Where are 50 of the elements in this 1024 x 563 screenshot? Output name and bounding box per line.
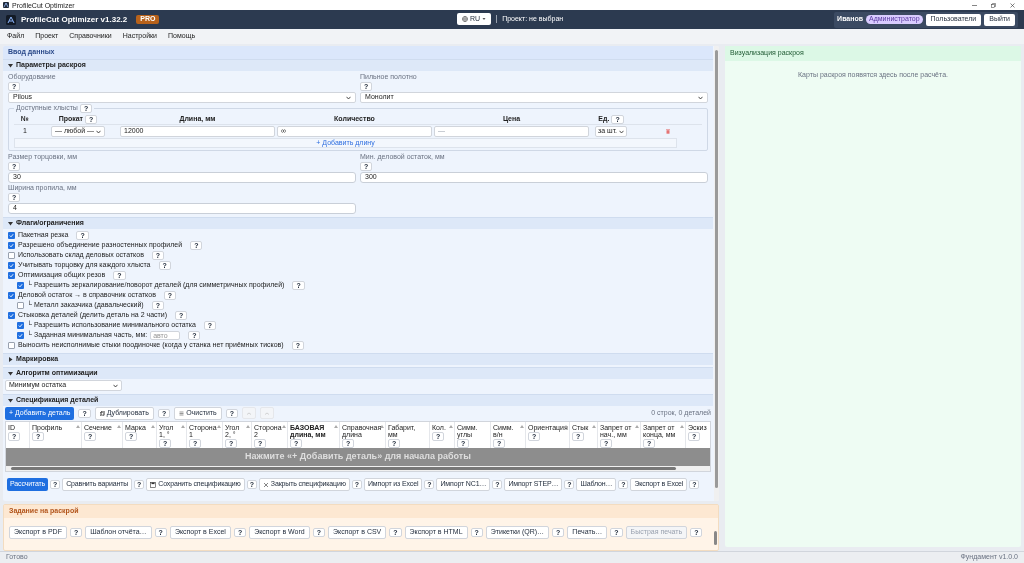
sort-icon xyxy=(334,425,338,428)
app-name: ProfileCut Optimizer v1.32.2 xyxy=(21,14,128,25)
sort-icon xyxy=(680,425,684,428)
chevron-icon xyxy=(346,95,351,100)
checkbox[interactable] xyxy=(8,341,15,349)
checkbox[interactable] xyxy=(17,281,24,289)
undo-icon xyxy=(245,410,252,416)
checkbox[interactable] xyxy=(8,251,15,259)
chevron-icon xyxy=(698,95,703,100)
restore-icon xyxy=(991,2,996,8)
sort-icon xyxy=(76,425,80,428)
sort-icon xyxy=(520,425,524,428)
sort-icon xyxy=(181,425,185,428)
scrollbar-thumb[interactable] xyxy=(11,467,676,470)
sort-icon xyxy=(635,425,639,428)
logo-icon xyxy=(6,14,16,25)
checkbox[interactable] xyxy=(17,301,24,309)
sort-icon xyxy=(246,425,250,428)
empty-message: Нажмите «+ Добавить деталь» для начала работы xyxy=(245,451,471,463)
scrollbar-thumb[interactable] xyxy=(715,50,718,488)
trash-icon xyxy=(665,129,670,134)
save-icon xyxy=(150,481,157,488)
checkbox[interactable] xyxy=(8,311,15,319)
chevron-icon xyxy=(96,129,101,134)
sort-icon xyxy=(380,425,384,428)
sort-icon xyxy=(217,425,221,428)
sort-icon xyxy=(282,425,286,428)
checkbox[interactable] xyxy=(17,331,24,339)
copy-icon xyxy=(99,410,105,416)
checkbox[interactable] xyxy=(8,291,15,299)
globe-icon xyxy=(462,16,468,22)
sort-icon xyxy=(449,425,453,428)
chevron-icon xyxy=(619,129,624,134)
list-icon xyxy=(179,410,185,416)
redo-icon xyxy=(263,410,270,416)
checkbox[interactable] xyxy=(8,261,15,269)
close-icon xyxy=(1010,2,1015,8)
sort-icon xyxy=(564,425,568,428)
checkbox[interactable] xyxy=(8,241,15,249)
checkbox[interactable] xyxy=(8,271,15,279)
close-icon xyxy=(262,481,269,488)
chevron-icon xyxy=(113,383,118,388)
checkbox[interactable] xyxy=(8,231,15,239)
sort-icon xyxy=(592,425,596,428)
app-icon xyxy=(3,2,9,8)
sort-icon xyxy=(117,425,121,428)
checkbox[interactable] xyxy=(17,321,24,329)
sort-icon xyxy=(151,425,155,428)
minimize-icon xyxy=(972,2,977,8)
scrollbar-thumb[interactable] xyxy=(714,531,717,545)
